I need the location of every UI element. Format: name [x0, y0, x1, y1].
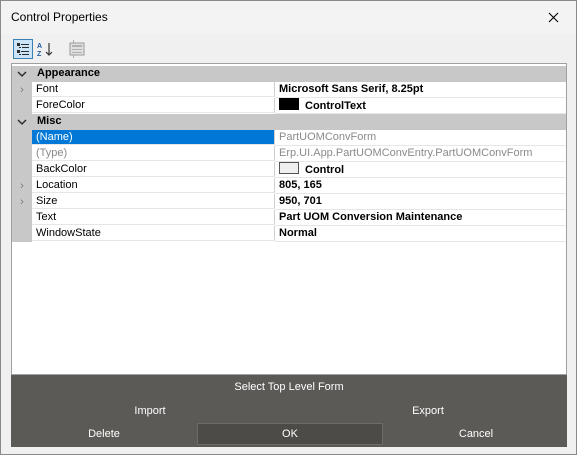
property-row-size[interactable]: › Size 950, 701: [12, 194, 566, 210]
property-value[interactable]: Part UOM Conversion Maintenance: [275, 210, 566, 226]
cancel-button[interactable]: Cancel: [383, 423, 569, 445]
property-value[interactable]: Microsoft Sans Serif, 8.25pt: [275, 82, 566, 98]
alphabetical-icon: A Z: [37, 43, 53, 57]
categorized-button[interactable]: [13, 39, 33, 59]
category-misc[interactable]: Misc: [12, 114, 566, 130]
property-pages-icon: [69, 42, 85, 56]
property-row-text[interactable]: Text Part UOM Conversion Maintenance: [12, 210, 566, 226]
delete-button[interactable]: Delete: [11, 423, 197, 445]
property-value[interactable]: Erp.UI.App.PartUOMConvEntry.PartUOMConvF…: [275, 146, 566, 162]
window-title: Control Properties: [11, 10, 108, 24]
import-button[interactable]: Import: [57, 401, 243, 421]
select-top-level-form-button[interactable]: Select Top Level Form: [11, 377, 567, 397]
property-row-name[interactable]: (Name) PartUOMConvForm: [12, 130, 566, 146]
property-name: Size: [32, 194, 275, 209]
property-row-type[interactable]: (Type) Erp.UI.App.PartUOMConvEntry.PartU…: [12, 146, 566, 162]
svg-text:A: A: [37, 43, 42, 50]
property-row-location[interactable]: › Location 805, 165: [12, 178, 566, 194]
expand-icon[interactable]: ›: [12, 178, 32, 194]
property-grid-toolbar: A Z: [11, 37, 567, 61]
property-row-backcolor[interactable]: BackColor Control: [12, 162, 566, 178]
property-value-text: Control: [305, 164, 345, 176]
property-row-windowstate[interactable]: WindowState Normal: [12, 226, 566, 242]
expand-icon[interactable]: ›: [12, 82, 32, 98]
property-name: Text: [32, 210, 275, 225]
property-row-forecolor[interactable]: ForeColor ControlText: [12, 98, 566, 114]
title-bar: Control Properties: [1, 1, 576, 34]
property-value-forecolor[interactable]: ControlText: [275, 98, 566, 114]
property-name: WindowState: [32, 226, 275, 241]
property-name: (Type): [32, 146, 275, 161]
categorized-icon: [17, 43, 29, 55]
export-button[interactable]: Export: [335, 401, 521, 421]
property-row-font[interactable]: › Font Microsoft Sans Serif, 8.25pt: [12, 82, 566, 98]
color-swatch: [279, 162, 299, 174]
category-label: Misc: [37, 115, 62, 127]
close-button[interactable]: [530, 1, 576, 34]
property-name: Font: [32, 82, 275, 97]
property-name: Location: [32, 178, 275, 193]
alphabetical-button[interactable]: A Z: [36, 39, 56, 59]
category-label: Appearance: [37, 67, 100, 79]
collapse-icon[interactable]: [12, 114, 32, 130]
category-appearance[interactable]: Appearance: [12, 66, 566, 82]
property-value[interactable]: Normal: [275, 226, 566, 242]
property-name: ForeColor: [32, 98, 275, 113]
property-value[interactable]: 805, 165: [275, 178, 566, 194]
control-properties-dialog: Control Properties A Z Appearance › Font…: [0, 0, 577, 455]
dialog-footer: Select Top Level Form Import Export Dele…: [11, 375, 567, 447]
property-name: BackColor: [32, 162, 275, 177]
property-value[interactable]: PartUOMConvForm: [275, 130, 566, 146]
property-value-backcolor[interactable]: Control: [275, 162, 566, 178]
property-value-text: ControlText: [305, 100, 366, 112]
color-swatch: [279, 98, 299, 110]
close-icon: [548, 12, 558, 23]
ok-button[interactable]: OK: [197, 423, 383, 445]
svg-text:Z: Z: [37, 51, 42, 57]
expand-icon[interactable]: ›: [12, 194, 32, 210]
property-pages-button[interactable]: [67, 39, 87, 59]
property-value[interactable]: 950, 701: [275, 194, 566, 210]
property-name: (Name): [32, 130, 275, 145]
collapse-icon[interactable]: [12, 66, 32, 82]
property-grid: Appearance › Font Microsoft Sans Serif, …: [11, 63, 567, 375]
